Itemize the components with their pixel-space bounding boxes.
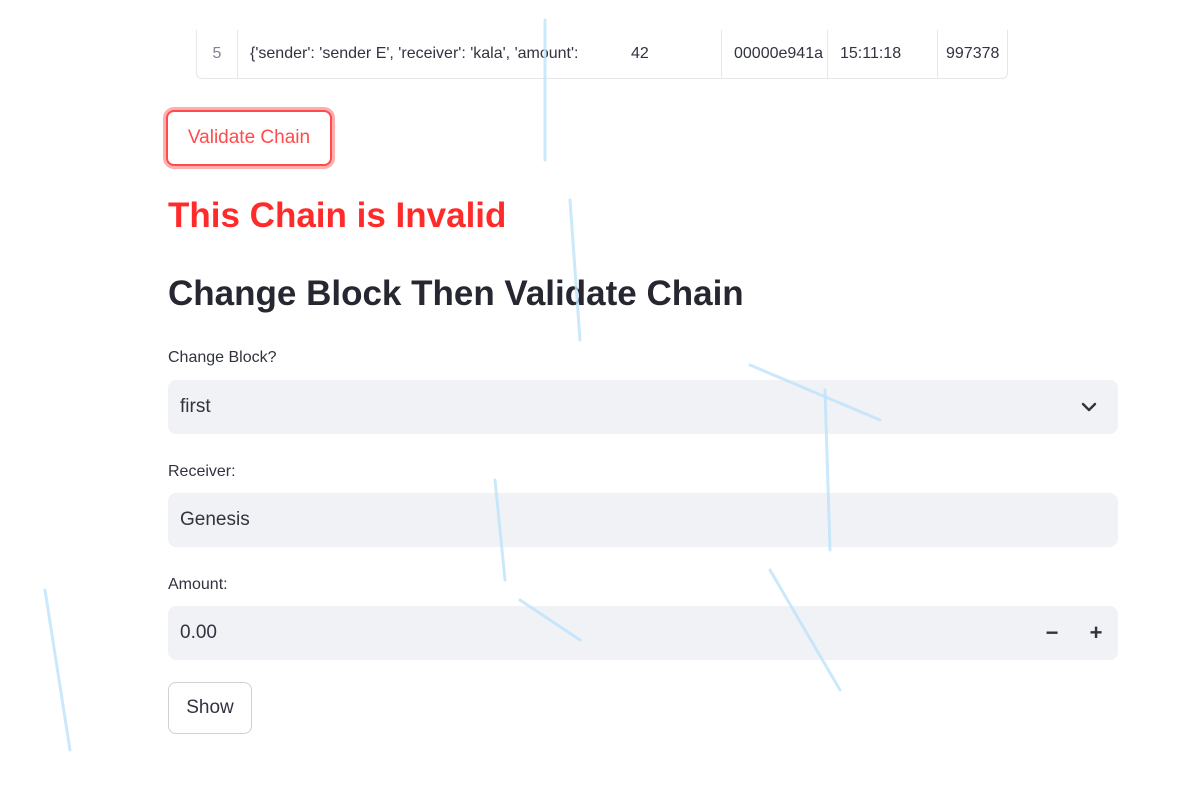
snowflake-icon: [704, 545, 766, 615]
snowflake-icon: [811, 695, 909, 798]
change-block-label: Change Block?: [168, 349, 277, 366]
cell-hash[interactable]: 00000e941a: [721, 30, 838, 78]
amount-label: Amount:: [168, 576, 228, 593]
snowflake-icon: [720, 185, 800, 275]
increment-button[interactable]: +: [1074, 606, 1118, 660]
invalid-chain-message: This Chain is Invalid: [168, 196, 507, 235]
change-block-select[interactable]: first: [168, 380, 1118, 434]
validate-chain-button[interactable]: Validate Chain: [166, 110, 332, 166]
cell-amount[interactable]: 42: [617, 30, 731, 78]
snowflake-icon: [596, 150, 684, 250]
amount-input[interactable]: [180, 606, 1000, 660]
section-title: Change Block Then Validate Chain: [168, 274, 744, 313]
receiver-field[interactable]: [168, 493, 1118, 547]
blockchain-table: 5 {'sender': 'sender E', 'receiver': 'ka…: [196, 30, 1008, 79]
row-index: 5: [212, 45, 222, 62]
snow-streak: [43, 588, 72, 752]
snowflake-icon: [1119, 315, 1181, 385]
snow-streak: [568, 198, 582, 342]
receiver-input[interactable]: [180, 493, 1000, 547]
amount-field[interactable]: − +: [168, 606, 1118, 660]
change-block-value: first: [180, 396, 211, 417]
snowflake-icon: [1080, 0, 1160, 70]
cell-time[interactable]: 15:11:18: [827, 30, 948, 78]
decrement-button[interactable]: −: [1030, 606, 1074, 660]
chevron-down-icon: [1081, 402, 1097, 412]
cell-nonce[interactable]: 997378: [937, 30, 1016, 78]
app-page: 5 {'sender': 'sender E', 'receiver': 'ka…: [0, 0, 1182, 798]
show-button[interactable]: Show: [168, 682, 252, 734]
snowflake-icon: [943, 255, 1041, 365]
receiver-label: Receiver:: [168, 463, 236, 480]
